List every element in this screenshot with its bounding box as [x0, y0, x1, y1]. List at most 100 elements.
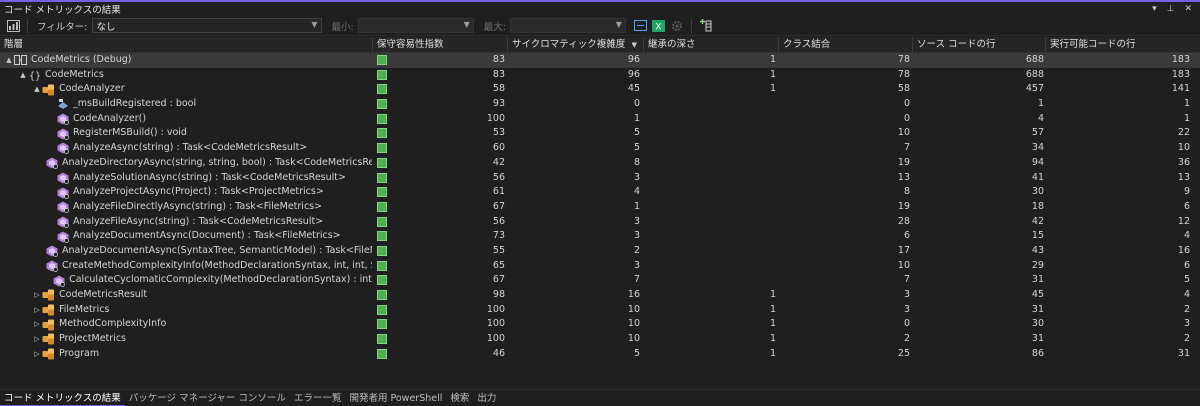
- mi-cell: 93: [492, 98, 505, 110]
- mi-cell: 46: [492, 347, 505, 359]
- cc-cell: 5: [633, 142, 640, 154]
- node-name: AnalyzeSolutionAsync(string) : Task<Code…: [73, 171, 346, 183]
- column-header-cyclomatic[interactable]: サイクロマティック複雑度 ▼: [507, 37, 643, 53]
- depth-cell: 1: [769, 333, 776, 345]
- table-row[interactable]: ▷ FileMetrics 100 10 1 3 31 2: [0, 303, 1200, 318]
- expand-arrow-icon[interactable]: ▷: [32, 288, 42, 303]
- columns-icon[interactable]: [634, 19, 648, 33]
- sloc-cell: 34: [1031, 142, 1044, 154]
- column-header-hierarchy[interactable]: 階層: [0, 37, 372, 53]
- class-icon: [42, 348, 55, 360]
- table-row[interactable]: AnalyzeSolutionAsync(string) : Task<Code…: [0, 171, 1200, 186]
- class-icon: [42, 289, 55, 301]
- coupling-cell: 28: [897, 215, 910, 227]
- column-header-source-lines[interactable]: ソース コードの行: [912, 37, 1045, 53]
- hierarchy-cell: ▲ CodeAnalyzer: [0, 82, 372, 97]
- pin-icon[interactable]: ⊥: [1167, 4, 1175, 14]
- column-header-executable-lines[interactable]: 実行可能コードの行: [1045, 37, 1200, 53]
- coupling-cell: 7: [903, 142, 910, 154]
- svg-text:X: X: [656, 22, 662, 32]
- hierarchy-cell: ▷ CodeMetricsResult: [0, 288, 372, 303]
- table-row[interactable]: AnalyzeFileAsync(string) : Task<CodeMetr…: [0, 215, 1200, 230]
- maintainability-indicator-icon: [377, 275, 387, 286]
- sloc-cell: 30: [1031, 186, 1044, 198]
- add-column-icon[interactable]: [699, 19, 713, 33]
- cc-cell: 3: [633, 215, 640, 227]
- hierarchy-cell: AnalyzeFileDirectlyAsync(string) : Task<…: [0, 200, 372, 215]
- export-to-excel-icon[interactable]: X: [652, 19, 666, 33]
- min-value-select[interactable]: ▼: [357, 18, 474, 33]
- collapse-arrow-icon[interactable]: ▲: [18, 68, 28, 83]
- bottom-tab[interactable]: パッケージ マネージャー コンソール: [125, 390, 290, 406]
- hierarchy-cell: ▷ MethodComplexityInfo: [0, 317, 372, 332]
- table-row[interactable]: CreateMethodComplexityInfo(MethodDeclara…: [0, 259, 1200, 274]
- bottom-tab[interactable]: 出力: [473, 390, 500, 406]
- table-row[interactable]: AnalyzeFileDirectlyAsync(string) : Task<…: [0, 200, 1200, 215]
- table-row[interactable]: AnalyzeDocumentAsync(SyntaxTree, Semanti…: [0, 244, 1200, 259]
- eloc-cell: 12: [1177, 215, 1190, 227]
- column-header-maintainability[interactable]: 保守容易性指数: [372, 37, 507, 53]
- settings-gear-icon[interactable]: [670, 19, 684, 33]
- expand-arrow-icon[interactable]: ▷: [32, 303, 42, 318]
- depth-cell: 1: [769, 289, 776, 300]
- table-row[interactable]: ▷ Program 46 5 1 25 86 31: [0, 347, 1200, 362]
- coupling-cell: 13: [897, 171, 910, 183]
- cc-cell: 96: [627, 68, 640, 80]
- column-header-class-coupling[interactable]: クラス結合: [778, 37, 912, 53]
- eloc-cell: 141: [1171, 83, 1190, 95]
- method-icon: [56, 187, 69, 199]
- cc-cell: 10: [627, 333, 640, 345]
- collapse-arrow-icon[interactable]: ▲: [4, 53, 14, 68]
- node-name: CodeMetricsResult: [59, 289, 148, 300]
- table-row[interactable]: ▷ MethodComplexityInfo 100 10 1 0 30 3: [0, 317, 1200, 332]
- table-row[interactable]: ▷ CodeMetricsResult 98 16 1 3 45 4: [0, 288, 1200, 303]
- sloc-cell: 57: [1031, 127, 1044, 139]
- bottom-tab[interactable]: 検索: [446, 390, 473, 406]
- maintainability-indicator-icon: [377, 99, 387, 110]
- node-name: AnalyzeDocumentAsync(Document) : Task<Fi…: [73, 230, 341, 242]
- method-icon: [46, 157, 58, 170]
- max-value-select[interactable]: ▼: [509, 18, 626, 33]
- expand-arrow-icon[interactable]: ▷: [32, 347, 42, 362]
- close-icon[interactable]: ✕: [1184, 4, 1192, 14]
- depth-cell: [716, 185, 776, 200]
- bottom-tab[interactable]: コード メトリックスの結果: [0, 390, 125, 406]
- table-row[interactable]: RegisterMSBuild() : void 53 5 10 57 22: [0, 126, 1200, 141]
- table-row[interactable]: ▲ CodeAnalyzer 58 45 1 58 457 141: [0, 82, 1200, 97]
- eloc-cell: 2: [1183, 333, 1190, 345]
- table-row[interactable]: _msBuildRegistered : bool 93 0 0 1 1: [0, 97, 1200, 112]
- table-row[interactable]: ▷ ProjectMetrics 100 10 1 2 31 2: [0, 332, 1200, 347]
- bottom-tab[interactable]: エラー一覧: [290, 390, 346, 406]
- collapse-arrow-icon[interactable]: ▲: [32, 82, 42, 97]
- calculate-metrics-icon[interactable]: [6, 19, 20, 33]
- coupling-cell: 3: [903, 303, 910, 315]
- expand-arrow-icon[interactable]: ▷: [32, 332, 42, 347]
- chevron-down-icon: ▼: [463, 20, 470, 29]
- coupling-cell: 2: [903, 333, 910, 345]
- node-name: CodeMetrics: [45, 68, 104, 80]
- table-row[interactable]: CodeAnalyzer() 100 1 0 4 1: [0, 112, 1200, 127]
- coupling-cell: 17: [897, 244, 910, 256]
- hierarchy-cell: ▲ CodeMetrics (Debug): [0, 53, 372, 68]
- sloc-cell: 94: [1031, 156, 1044, 168]
- column-header-inheritance-depth[interactable]: 継承の深さ: [643, 37, 778, 53]
- maintainability-indicator-icon: [377, 231, 387, 242]
- bottom-tab[interactable]: 開発者用 PowerShell: [345, 390, 446, 406]
- hierarchy-cell: ▷ Program: [0, 347, 372, 362]
- table-row[interactable]: ▲{} CodeMetrics 83 96 1 78 688 183: [0, 68, 1200, 83]
- table-row[interactable]: AnalyzeDocumentAsync(Document) : Task<Fi…: [0, 229, 1200, 244]
- window-menu-icon[interactable]: ▾: [1152, 4, 1157, 14]
- depth-cell: [716, 97, 776, 112]
- sloc-cell: 688: [1025, 68, 1044, 80]
- depth-cell: 1: [769, 347, 776, 359]
- hierarchy-cell: AnalyzeDocumentAsync(SyntaxTree, Semanti…: [0, 244, 372, 259]
- table-row[interactable]: AnalyzeAsync(string) : Task<CodeMetricsR…: [0, 141, 1200, 156]
- expand-arrow-icon[interactable]: ▷: [32, 317, 42, 332]
- table-row[interactable]: AnalyzeDirectoryAsync(string, string, bo…: [0, 156, 1200, 171]
- node-name: CodeAnalyzer: [59, 83, 125, 95]
- metrics-toolbar: フィルター: なし ▼ 最小: ▼ 最大: ▼ X: [0, 16, 1200, 36]
- table-row[interactable]: CalculateCyclomaticComplexity(MethodDecl…: [0, 273, 1200, 288]
- table-row[interactable]: AnalyzeProjectAsync(Project) : Task<Proj…: [0, 185, 1200, 200]
- table-row[interactable]: ▲ CodeMetrics (Debug) 83 96 1 78 688 183: [0, 53, 1200, 68]
- filter-select[interactable]: なし ▼: [91, 18, 322, 33]
